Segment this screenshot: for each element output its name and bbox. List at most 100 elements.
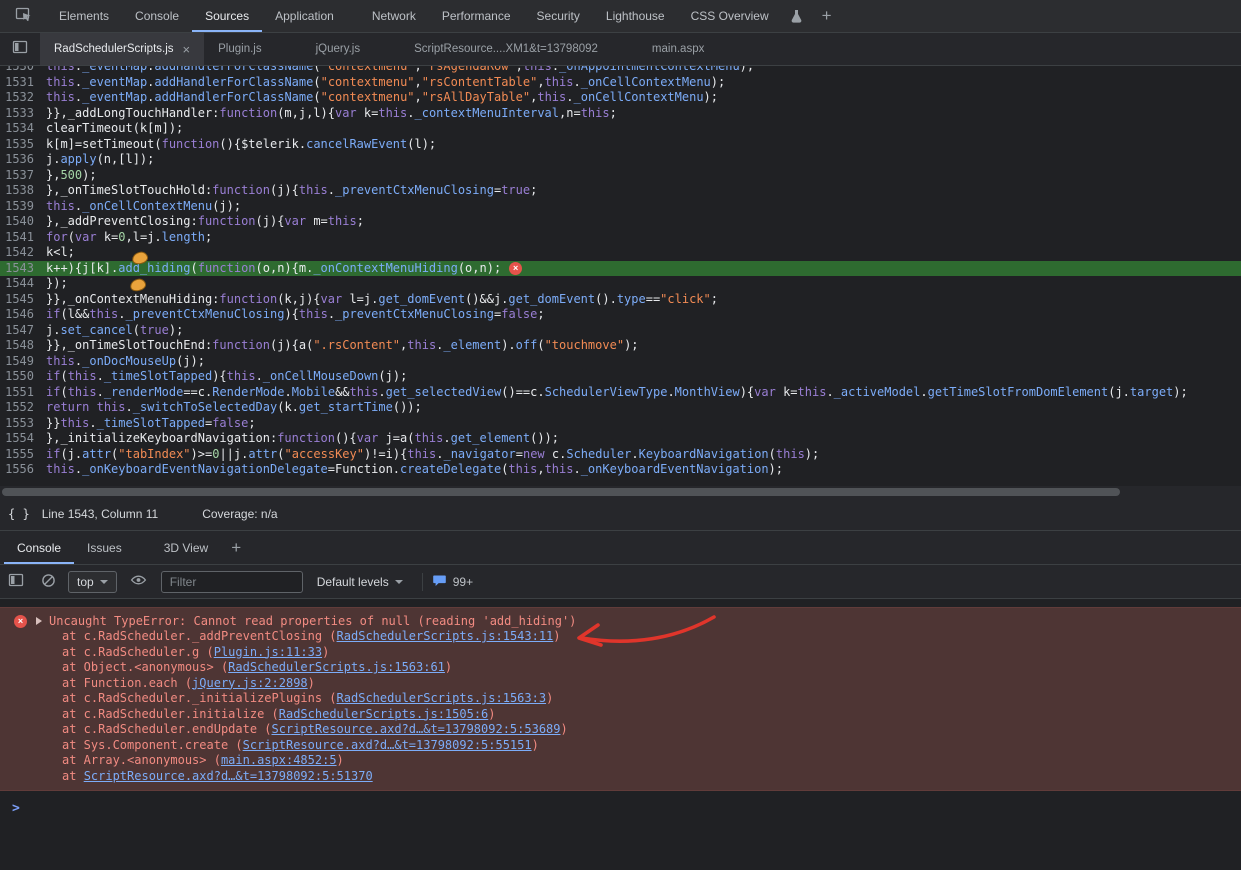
code-text[interactable]: },_onTimeSlotTouchHold:function(j){this.…	[46, 183, 537, 199]
line-number[interactable]: 1547	[0, 323, 46, 339]
stack-link[interactable]: RadSchedulerScripts.js:1563:3	[337, 691, 547, 705]
panel-tab-console[interactable]: Console	[122, 0, 192, 32]
line-number[interactable]: 1551	[0, 385, 46, 401]
execution-context-select[interactable]: top	[68, 571, 117, 593]
console-prompt[interactable]: >	[0, 798, 1241, 818]
line-number[interactable]: 1548	[0, 338, 46, 354]
line-number[interactable]: 1536	[0, 152, 46, 168]
code-text[interactable]: },_addPreventClosing:function(j){var m=t…	[46, 214, 364, 230]
filter-input[interactable]	[161, 571, 303, 593]
code-text[interactable]: },_initializeKeyboardNavigation:function…	[46, 431, 559, 447]
expand-triangle-icon[interactable]	[36, 617, 42, 625]
code-text[interactable]: clearTimeout(k[m]);	[46, 121, 183, 137]
file-tab-main-aspx[interactable]: main.aspx	[638, 33, 718, 65]
code-editor[interactable]: 1530this._eventMap.addHandlerForClassNam…	[0, 66, 1241, 486]
line-number[interactable]: 1553	[0, 416, 46, 432]
line-number[interactable]: 1554	[0, 431, 46, 447]
line-number[interactable]: 1531	[0, 75, 46, 91]
code-text[interactable]: this._onDocMouseUp(j);	[46, 354, 205, 370]
stack-link[interactable]: ScriptResource.axd?d…&t=13798092:5:51370	[84, 769, 373, 783]
panel-tab-sources[interactable]: Sources	[192, 0, 262, 32]
issues-counter[interactable]: 99+	[432, 573, 473, 590]
code-text[interactable]: if(l&&this._preventCtxMenuClosing){this.…	[46, 307, 545, 323]
line-number[interactable]: 1555	[0, 447, 46, 463]
clear-console-button[interactable]	[32, 573, 64, 591]
panel-tab-lighthouse[interactable]: Lighthouse	[593, 0, 678, 32]
drawer-tab-console[interactable]: Console	[4, 531, 74, 564]
drawer-tab-issues[interactable]: Issues	[74, 531, 135, 564]
line-number[interactable]: 1549	[0, 354, 46, 370]
stack-link[interactable]: RadSchedulerScripts.js:1543:11	[337, 629, 554, 643]
code-text[interactable]: k++){j[k].add_hiding(function(o,n){m._on…	[46, 261, 501, 277]
code-text[interactable]: this._onKeyboardEventNavigationDelegate=…	[46, 462, 783, 478]
line-number[interactable]: 1540	[0, 214, 46, 230]
line-number[interactable]: 1545	[0, 292, 46, 308]
line-number[interactable]: 1537	[0, 168, 46, 184]
line-number[interactable]: 1532	[0, 90, 46, 106]
code-text[interactable]: }},_onTimeSlotTouchEnd:function(j){a(".r…	[46, 338, 639, 354]
code-text[interactable]: return this._switchToSelectedDay(k.get_s…	[46, 400, 422, 416]
code-text[interactable]: j.apply(n,[l]);	[46, 152, 154, 168]
file-tab-scriptresource-xm1-t-13798092[interactable]: ScriptResource....XM1&t=13798092	[400, 33, 612, 65]
stack-link[interactable]: ScriptResource.axd?d…&t=13798092:5:55151	[243, 738, 532, 752]
panel-tab-elements[interactable]: Elements	[46, 0, 122, 32]
file-tab-jquery-js[interactable]: jQuery.js	[302, 33, 375, 65]
toggle-navigator-button[interactable]	[0, 33, 40, 65]
error-message: Uncaught TypeError: Cannot read properti…	[49, 613, 576, 629]
stack-link[interactable]: RadSchedulerScripts.js:1563:61	[228, 660, 445, 674]
code-text[interactable]: if(this._timeSlotTapped){this._onCellMou…	[46, 369, 407, 385]
file-tab-plugin-js[interactable]: Plugin.js	[204, 33, 275, 65]
line-number[interactable]: 1530	[0, 66, 46, 75]
line-number[interactable]: 1556	[0, 462, 46, 478]
stack-link[interactable]: Plugin.js:11:33	[214, 645, 322, 659]
code-text[interactable]: j.set_cancel(true);	[46, 323, 183, 339]
add-drawer-tab-button[interactable]	[221, 531, 251, 564]
code-text[interactable]: for(var k=0,l=j.length;	[46, 230, 212, 246]
code-text[interactable]: this._eventMap.addHandlerForClassName("c…	[46, 66, 754, 75]
console-sidebar-button[interactable]	[0, 573, 32, 590]
code-text[interactable]: if(this._renderMode==c.RenderMode.Mobile…	[46, 385, 1188, 401]
stack-link[interactable]: jQuery.js:2:2898	[192, 676, 308, 690]
line-number[interactable]: 1534	[0, 121, 46, 137]
line-number[interactable]: 1539	[0, 199, 46, 215]
code-text[interactable]: if(j.attr("tabIndex")>=0||j.attr("access…	[46, 447, 819, 463]
code-text[interactable]: this._onCellContextMenu(j);	[46, 199, 241, 215]
code-text[interactable]: this._eventMap.addHandlerForClassName("c…	[46, 75, 725, 91]
panel-tab-performance[interactable]: Performance	[429, 0, 524, 32]
code-text[interactable]: }},_addLongTouchHandler:function(m,j,l){…	[46, 106, 617, 122]
line-number[interactable]: 1550	[0, 369, 46, 385]
code-text[interactable]: this._eventMap.addHandlerForClassName("c…	[46, 90, 718, 106]
code-text[interactable]: },500);	[46, 168, 97, 184]
add-panel-button[interactable]	[812, 0, 842, 32]
line-number[interactable]: 1544	[0, 276, 46, 292]
code-text[interactable]: });	[46, 276, 68, 292]
line-number[interactable]: 1535	[0, 137, 46, 153]
live-expression-button[interactable]	[123, 573, 155, 590]
panel-tab-application[interactable]: Application	[262, 0, 347, 32]
stack-link[interactable]: RadSchedulerScripts.js:1505:6	[279, 707, 489, 721]
line-number[interactable]: 1541	[0, 230, 46, 246]
code-text[interactable]: }}this._timeSlotTapped=false;	[46, 416, 256, 432]
panel-tab-security[interactable]: Security	[524, 0, 593, 32]
file-tab-radschedulerscripts-js[interactable]: RadSchedulerScripts.js	[40, 33, 204, 65]
code-text[interactable]: k[m]=setTimeout(function(){$telerik.canc…	[46, 137, 436, 153]
code-text[interactable]: }},_onContextMenuHiding:function(k,j){va…	[46, 292, 718, 308]
stack-link[interactable]: ScriptResource.axd?d…&t=13798092:5:53689	[272, 722, 561, 736]
panel-tab-css-overview[interactable]: CSS Overview	[678, 0, 782, 32]
panel-tab-network[interactable]: Network	[359, 0, 429, 32]
code-text[interactable]: k<l;	[46, 245, 75, 261]
drawer-tab-3d-view[interactable]: 3D View	[151, 531, 221, 564]
close-tab-icon[interactable]	[183, 43, 191, 56]
inspect-button[interactable]	[0, 0, 46, 32]
line-number[interactable]: 1538	[0, 183, 46, 199]
line-number[interactable]: 1552	[0, 400, 46, 416]
scrollbar-thumb[interactable]	[2, 488, 1120, 496]
log-levels-select[interactable]: Default levels	[317, 575, 403, 589]
line-number[interactable]: 1533	[0, 106, 46, 122]
line-number[interactable]: 1542	[0, 245, 46, 261]
stack-link[interactable]: main.aspx:4852:5	[221, 753, 337, 767]
pretty-print-button[interactable]: { }	[0, 507, 40, 521]
console-output[interactable]: Uncaught TypeError: Cannot read properti…	[0, 599, 1241, 870]
line-number[interactable]: 1543	[0, 261, 46, 277]
line-number[interactable]: 1546	[0, 307, 46, 323]
